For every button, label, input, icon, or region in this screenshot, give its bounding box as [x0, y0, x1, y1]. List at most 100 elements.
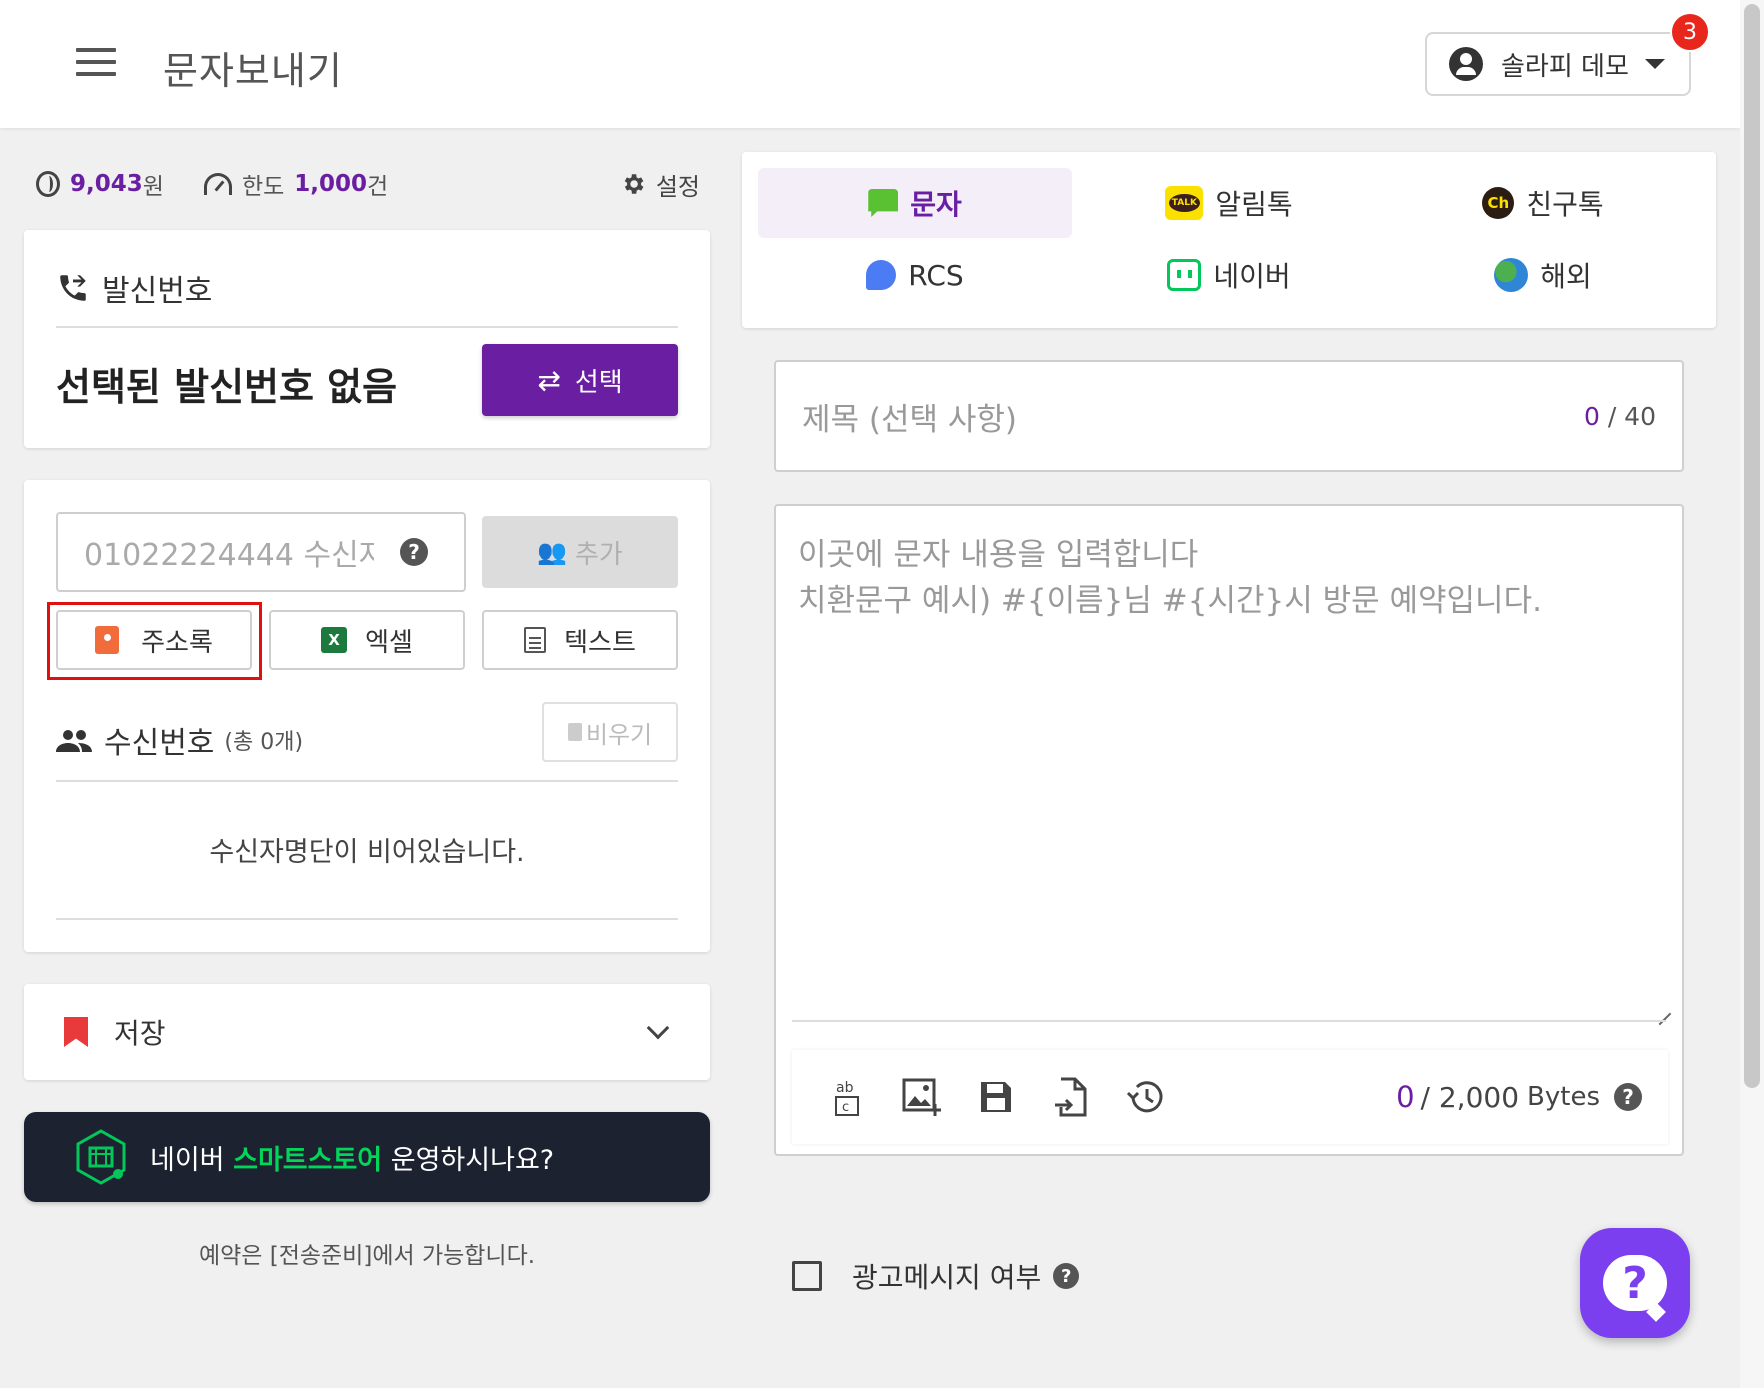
tab-alimtalk-label: 알림톡 [1215, 188, 1293, 221]
import-file-icon [1055, 1077, 1087, 1117]
help-icon[interactable]: ? [400, 538, 428, 566]
variable-button[interactable]: ab c [826, 1075, 870, 1119]
kakao-channel-icon: Ch [1482, 187, 1515, 219]
reserve-note: 예약은 [전송준비]에서 가능합니다. [198, 1243, 536, 1269]
empty-list-message: 수신자명단이 비어있습니다. [209, 837, 525, 868]
variable-icon: ab c [835, 1080, 859, 1116]
limit-value: 1,000 [294, 171, 368, 197]
kakao-talk-icon: TALK [1165, 186, 1204, 220]
svg-text:ab: ab [836, 1080, 854, 1096]
save-icon [981, 1082, 1011, 1112]
ad-message-label: 광고메시지 여부 [852, 1261, 1042, 1294]
account-menu-button[interactable]: 솔라피 데모 [1425, 32, 1691, 96]
subject-placeholder: 제목 (선택 사항) [802, 401, 1018, 438]
document-icon [524, 627, 547, 653]
add-user-icon: 👥 [537, 538, 568, 566]
gear-icon [624, 174, 644, 194]
balance-amount: 9,043 [70, 171, 143, 197]
save-message-button[interactable] [974, 1075, 1018, 1119]
account-label: 솔라피 데모 [1501, 51, 1629, 82]
message-placeholder-line1: 이곳에 문자 내용을 입력합니다 [798, 537, 1199, 573]
ad-message-checkbox[interactable] [792, 1261, 822, 1291]
subject-input[interactable]: 제목 (선택 사항) 0 / 40 [774, 360, 1684, 472]
import-file-button[interactable] [1048, 1075, 1092, 1119]
tab-overseas-label: 해외 [1540, 260, 1592, 293]
subject-char-count: 0 / 40 [1584, 402, 1656, 431]
account-circle-icon [1449, 47, 1483, 81]
message-textarea[interactable]: 이곳에 문자 내용을 입력합니다 치환문구 예시) #{이름}님 #{시간}시 … [798, 532, 1638, 624]
tab-friendtalk-label: 친구톡 [1526, 188, 1604, 221]
recipient-phone-input[interactable]: 01022224444 수신자 ? [56, 512, 466, 592]
recipient-card: 01022224444 수신자 ? 👥 추가 주소록 X 엑셀 텍스트 수신번호… [24, 480, 710, 952]
bytes-total: / 2,000 [1420, 1080, 1520, 1114]
select-sender-label: 선택 [574, 367, 623, 398]
history-button[interactable] [1122, 1075, 1166, 1119]
help-icon[interactable]: ? [1053, 1263, 1080, 1289]
text-label: 텍스트 [564, 627, 636, 658]
divider [792, 1020, 1666, 1022]
phone-forward-icon [60, 275, 86, 301]
rcs-icon [866, 260, 897, 290]
scrollbar-thumb[interactable] [1744, 4, 1760, 1088]
help-icon[interactable]: ? [1614, 1083, 1642, 1111]
gauge-icon [203, 173, 232, 195]
menu-icon[interactable] [76, 48, 116, 76]
scrollbar[interactable] [1740, 0, 1764, 1388]
save-label: 저장 [114, 1017, 166, 1050]
notification-badge[interactable]: 3 [1670, 12, 1710, 52]
divider [56, 780, 678, 782]
globe-icon [1494, 258, 1529, 292]
text-button[interactable]: 텍스트 [482, 610, 678, 670]
limit-unit: 건 [367, 174, 389, 200]
bytes-unit: Bytes [1527, 1082, 1600, 1112]
ad-message-row: 광고메시지 여부 ? [792, 1256, 1080, 1296]
recipient-phone-placeholder: 01022224444 수신자 [84, 538, 374, 573]
promo-suffix: 운영하시나요? [382, 1144, 555, 1176]
tab-naver-label: 네이버 [1213, 260, 1291, 293]
add-image-icon [902, 1078, 941, 1116]
bytes-counter: 0 / 2,000 Bytes ? [1396, 1080, 1642, 1114]
excel-icon: X [321, 627, 348, 653]
add-image-button[interactable] [900, 1075, 944, 1119]
tab-naver[interactable]: 네이버 [1072, 240, 1386, 310]
clear-recipients-label: 비우기 [585, 720, 653, 749]
page-title: 문자보내기 [163, 49, 343, 93]
history-icon [1126, 1081, 1163, 1113]
address-book-button[interactable]: 주소록 [56, 610, 252, 670]
add-recipient-label: 추가 [575, 539, 623, 570]
settings-label: 설정 [655, 172, 700, 201]
bytes-current: 0 [1396, 1080, 1415, 1114]
smartstore-banner[interactable]: 네이버 스마트스토어 운영하시나요? [24, 1112, 710, 1202]
message-placeholder-line2: 치환문구 예시) #{이름}님 #{시간}시 방문 예약입니다. [798, 583, 1542, 619]
tab-sms[interactable]: 문자 [758, 168, 1072, 238]
tab-rcs-label: RCS [908, 258, 964, 292]
message-toolbar: ab c 0 / 2,000 Bytes ? [792, 1050, 1668, 1144]
address-book-label: 주소록 [141, 627, 213, 658]
naver-talk-icon [1167, 259, 1202, 291]
tab-friendtalk[interactable]: Ch 친구톡 [1386, 168, 1700, 238]
sender-none-text: 선택된 발신번호 없음 [56, 365, 398, 409]
app-bar: 문자보내기 솔라피 데모 3 [0, 0, 1740, 128]
tab-sms-label: 문자 [910, 188, 962, 221]
tab-alimtalk[interactable]: TALK 알림톡 [1072, 168, 1386, 238]
smartstore-icon [76, 1129, 126, 1185]
tab-overseas[interactable]: 해외 [1386, 240, 1700, 310]
promo-text: 네이버 스마트스토어 운영하시나요? [150, 1138, 554, 1177]
chevron-down-icon [646, 1016, 670, 1040]
settings-button[interactable]: 설정 [620, 167, 706, 202]
promo-prefix: 네이버 [150, 1144, 234, 1176]
subject-count-current: 0 [1583, 401, 1600, 431]
clear-recipients-button[interactable]: 비우기 [542, 702, 678, 762]
excel-button[interactable]: X 엑셀 [269, 610, 465, 670]
select-sender-button[interactable]: ⇄ 선택 [482, 344, 678, 416]
caret-down-icon [1644, 59, 1665, 69]
help-chat-button[interactable]: ? [1580, 1228, 1690, 1338]
trash-icon [567, 723, 582, 741]
save-panel[interactable]: 저장 [24, 984, 710, 1080]
balance-row: 9,043 원 한도 1,000 건 설정 [36, 164, 706, 204]
add-recipient-button[interactable]: 👥 추가 [482, 516, 678, 588]
promo-highlight: 스마트스토어 [233, 1144, 383, 1176]
limit-prefix: 한도 [241, 174, 285, 200]
recipient-list-heading: 수신번호 (총 0개) [56, 718, 303, 762]
tab-rcs[interactable]: RCS [758, 240, 1072, 310]
